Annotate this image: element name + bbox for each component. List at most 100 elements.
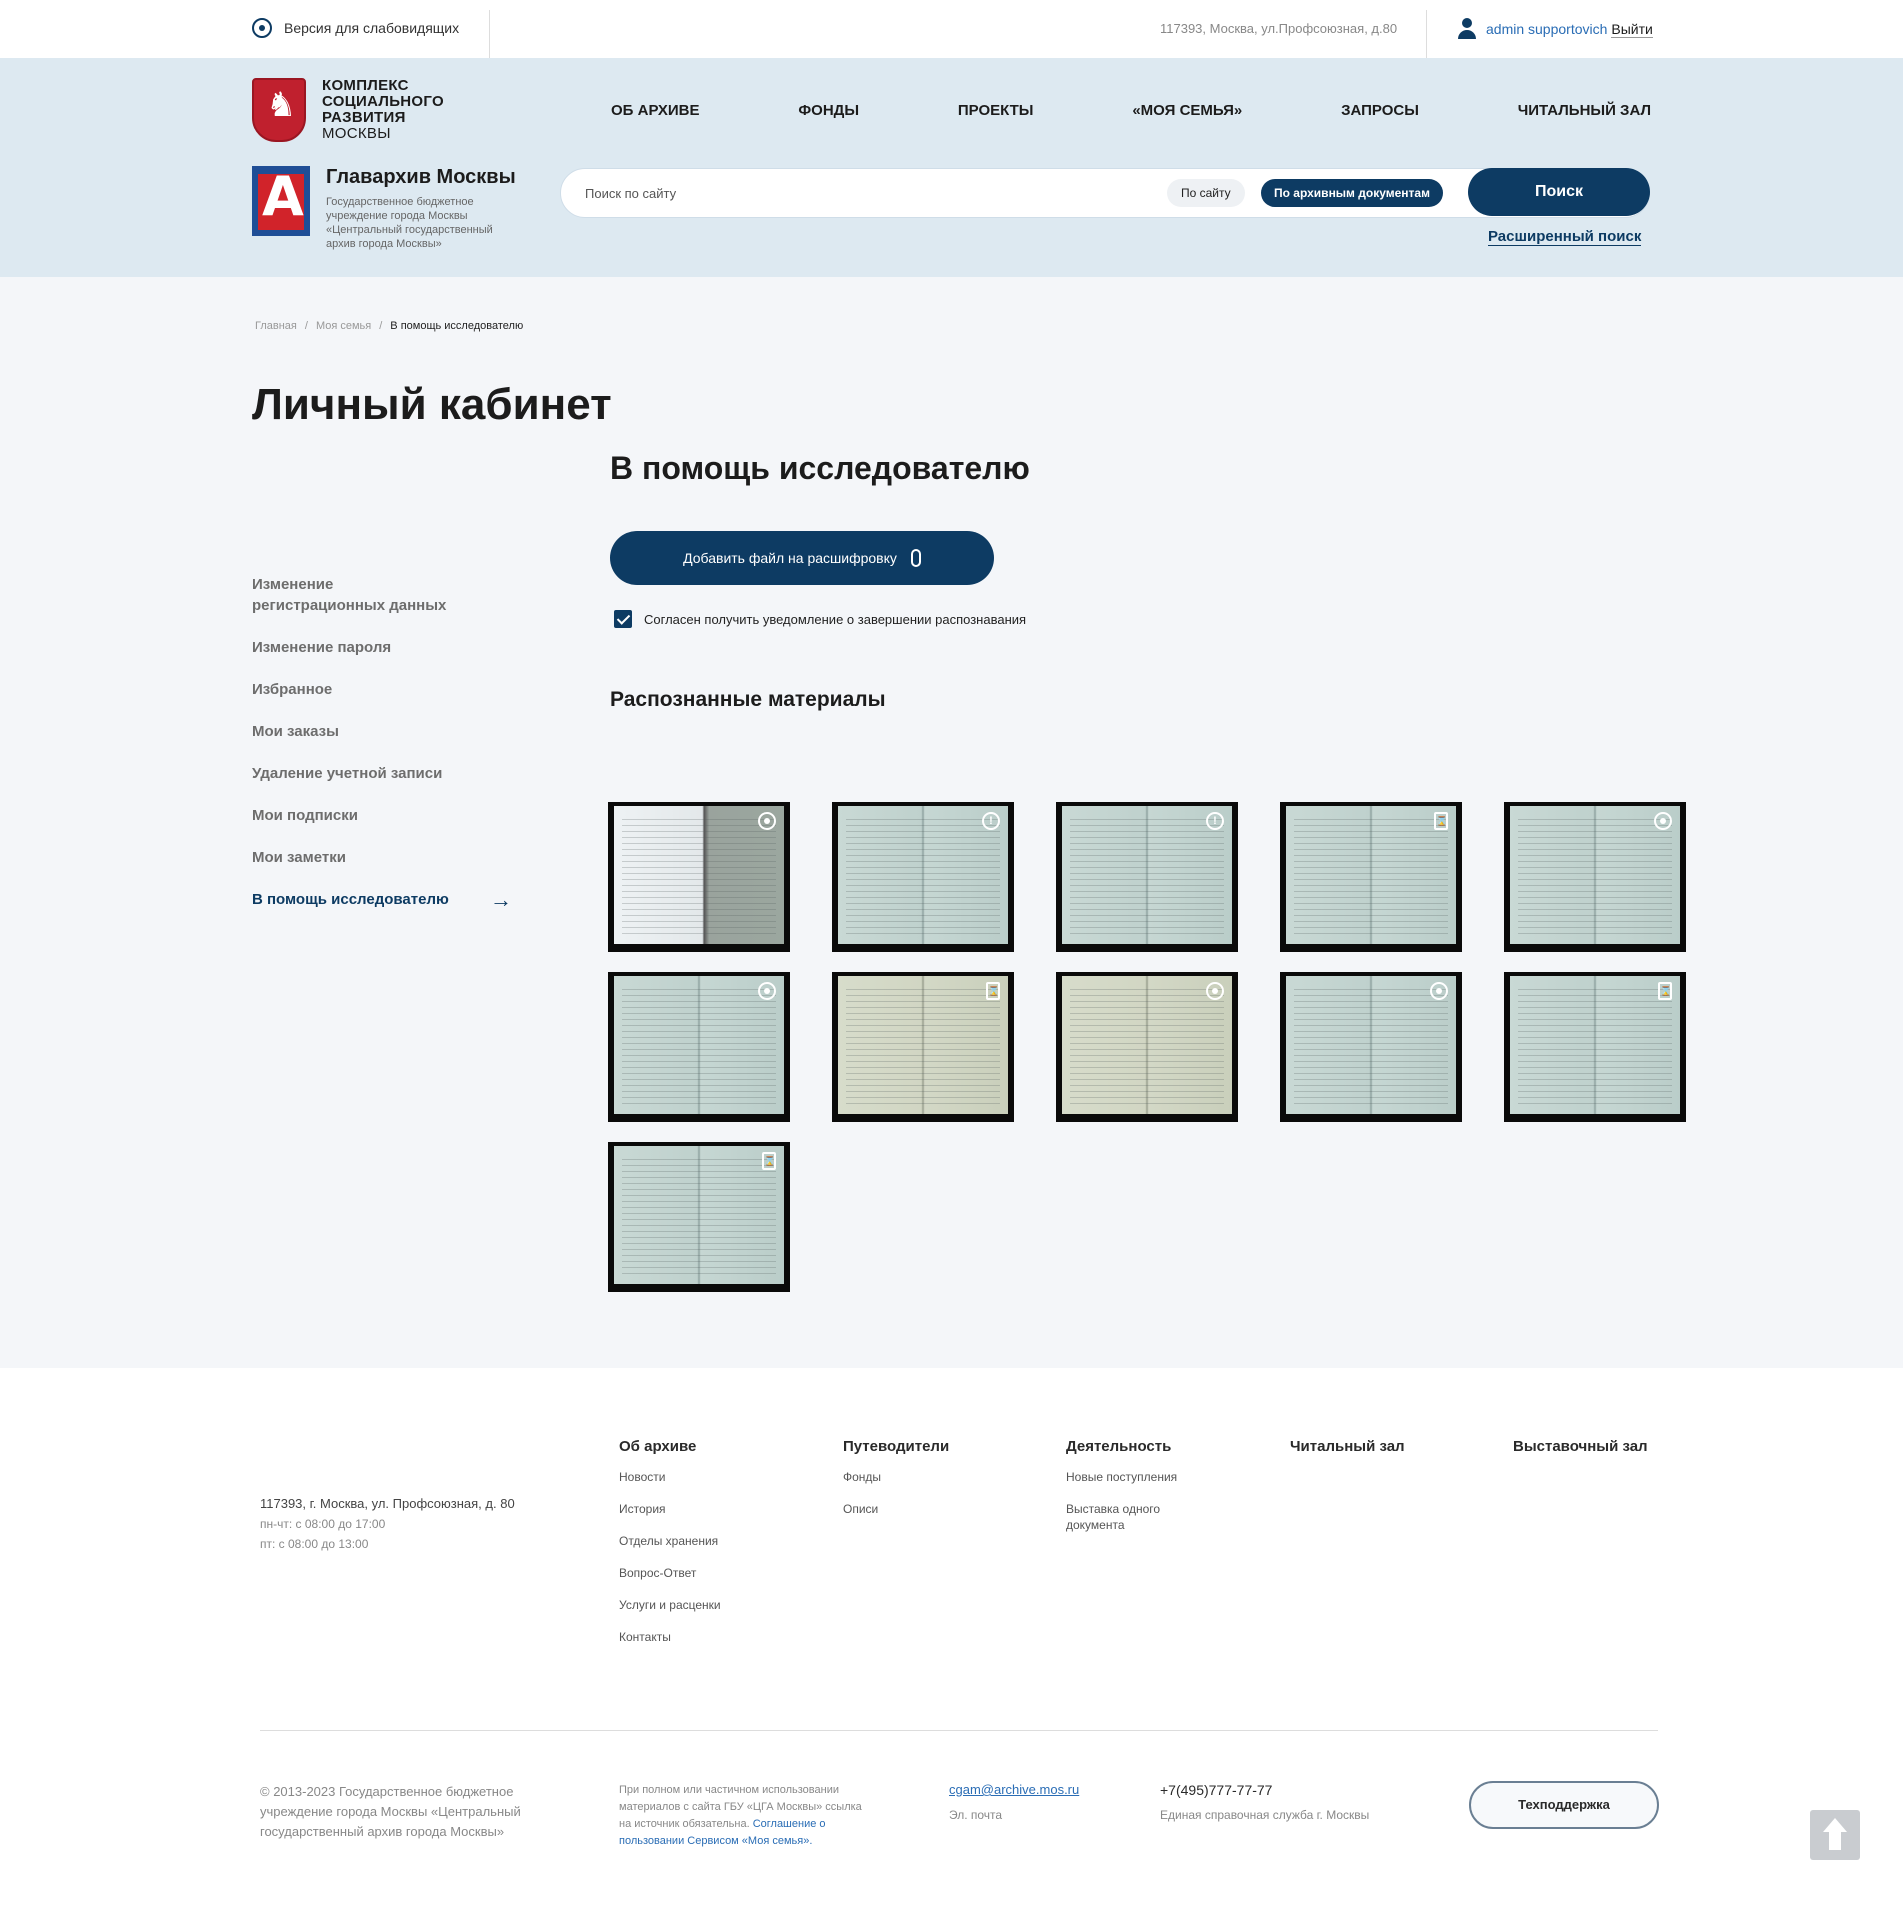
material-thumbnail[interactable] [1504,802,1686,952]
footer-col-activity: Деятельность Новые поступления Выставка … [1066,1438,1196,1549]
material-thumbnail[interactable]: ⌛ [1504,972,1686,1122]
footer-col-title[interactable]: Деятельность [1066,1438,1196,1455]
crumb-family[interactable]: Моя семья [316,320,371,332]
consent-checkbox[interactable] [614,610,632,628]
user-name-link[interactable]: admin supportovich [1486,21,1607,37]
advanced-search-link[interactable]: Расширенный поиск [1488,228,1642,246]
eye-icon[interactable] [758,812,776,830]
footer-col-title[interactable]: Выставочный зал [1513,1438,1693,1455]
archive-desc: Государственное бюджетное учреждение гор… [326,196,493,250]
material-thumbnail[interactable]: ⌛ [1280,802,1462,952]
mos-logo-text: КОМПЛЕКС СОЦИАЛЬНОГО РАЗВИТИЯ МОСКВЫ [322,78,444,142]
logo-line: РАЗВИТИЯ [322,109,406,126]
search-scope-site[interactable]: По сайту [1167,179,1245,207]
footer-col-exhibition: Выставочный зал [1513,1438,1693,1469]
hourglass-icon[interactable]: ⌛ [1658,982,1672,1000]
nav-funds[interactable]: ФОНДЫ [798,102,859,119]
consent-row: Согласен получить уведомление о завершен… [614,610,1026,628]
sidebar-item-orders[interactable]: Мои заказы [252,721,512,742]
material-thumbnail[interactable]: ⌛ [832,972,1014,1122]
nav-projects[interactable]: ПРОЕКТЫ [958,102,1034,119]
email-link[interactable]: cgam@archive.mos.ru [949,1782,1079,1797]
main-nav: ОБ АРХИВЕ ФОНДЫ ПРОЕКТЫ «МОЯ СЕМЬЯ» ЗАПР… [611,102,1651,119]
paperclip-icon [910,549,921,567]
eye-icon[interactable] [1430,982,1448,1000]
support-button[interactable]: Техподдержка [1469,1781,1659,1829]
sidebar-item-registration[interactable]: Изменение регистрационных данных [252,574,462,616]
eye-icon[interactable] [758,982,776,1000]
document-scan-image [614,806,784,944]
footer-contacts: 117393, г. Москва, ул. Профсоюзная, д. 8… [260,1494,515,1554]
material-thumbnail[interactable] [1280,972,1462,1122]
footer-link[interactable]: Новости [619,1469,799,1485]
logout-link[interactable]: Выйти [1611,21,1653,38]
sidebar-item-notes[interactable]: Мои заметки [252,847,512,868]
footer-col-title[interactable]: Об архиве [619,1438,799,1455]
mos-logo[interactable]: КОМПЛЕКС СОЦИАЛЬНОГО РАЗВИТИЯ МОСКВЫ [252,78,444,142]
logo-line: КОМПЛЕКС [322,77,409,94]
footer-col-guides: Путеводители Фонды Описи [843,1438,1023,1533]
breadcrumb: Главная / Моя семья / В помощь исследова… [255,320,523,332]
document-scan-image [1510,806,1680,944]
hourglass-icon[interactable]: ⌛ [1434,812,1448,830]
archive-logo[interactable]: Главархив Москвы Государственное бюджетн… [252,166,516,251]
material-thumbnail[interactable]: ! [832,802,1014,952]
footer-link[interactable]: Отделы хранения [619,1533,799,1549]
footer-link[interactable]: Контакты [619,1629,799,1645]
copyright: © 2013-2023 Государственное бюджетное уч… [260,1784,521,1839]
material-thumbnail[interactable]: ! [1056,802,1238,952]
moscow-coat-of-arms-icon [252,78,306,142]
warning-icon[interactable]: ! [1206,812,1224,830]
sidebar: Изменение регистрационных данных Изменен… [252,574,512,931]
material-thumbnail[interactable]: ⌛ [608,1142,790,1292]
warning-icon[interactable]: ! [982,812,1000,830]
crumb-current: В помощь исследователю [390,320,524,332]
user-block: admin supportovich Выйти [1458,18,1653,40]
vision-label: Версия для слабовидящих [284,20,460,36]
document-scan-image: ! [838,806,1008,944]
phone-number[interactable]: +7(495)777-77-77 [1160,1782,1272,1798]
document-scan-image [1062,976,1232,1114]
document-scan-image [614,976,784,1114]
footer-link[interactable]: Услуги и расценки [619,1597,799,1613]
eye-icon[interactable] [1206,982,1224,1000]
search-scope-archive[interactable]: По архивным документам [1261,179,1443,207]
upload-file-button[interactable]: Добавить файл на расшифровку [610,531,994,585]
sidebar-item-subscriptions[interactable]: Мои подписки [252,805,512,826]
site-header: КОМПЛЕКС СОЦИАЛЬНОГО РАЗВИТИЯ МОСКВЫ ОБ … [0,58,1903,277]
footer-link[interactable]: История [619,1501,799,1517]
search-button[interactable]: Поиск [1468,168,1650,216]
document-scan-image: ⌛ [1286,806,1456,944]
nav-my-family[interactable]: «МОЯ СЕМЬЯ» [1132,102,1242,119]
footer-link[interactable]: Описи [843,1501,1023,1517]
arrow-right-icon: → [490,887,512,912]
footer: 117393, г. Москва, ул. Профсоюзная, д. 8… [0,1368,1903,1920]
nav-reading-room[interactable]: ЧИТАЛЬНЫЙ ЗАЛ [1518,102,1651,119]
nav-about[interactable]: ОБ АРХИВЕ [611,102,700,119]
crumb-home[interactable]: Главная [255,320,297,332]
search-placeholder: Поиск по сайту [585,186,677,201]
footer-col-title[interactable]: Путеводители [843,1438,1023,1455]
sidebar-item-researcher[interactable]: В помощь исследователю → [252,887,512,912]
consent-label: Согласен получить уведомление о завершен… [644,611,1027,627]
nav-requests[interactable]: ЗАПРОСЫ [1341,102,1419,119]
hourglass-icon[interactable]: ⌛ [986,982,1000,1000]
sidebar-item-password[interactable]: Изменение пароля [252,637,512,658]
hourglass-icon[interactable]: ⌛ [762,1152,776,1170]
material-thumbnail[interactable] [608,972,790,1122]
footer-link[interactable]: Фонды [843,1469,1023,1485]
eye-icon[interactable] [1654,812,1672,830]
material-thumbnail[interactable] [1056,972,1238,1122]
sidebar-item-favorites[interactable]: Избранное [252,679,512,700]
vision-toggle[interactable]: Версия для слабовидящих [252,18,459,38]
top-bar: Версия для слабовидящих 117393, Москва, … [0,0,1903,58]
footer-col-title[interactable]: Читальный зал [1290,1438,1470,1455]
crumb-sep: / [379,320,383,332]
footer-link[interactable]: Выставка одного документа [1066,1501,1196,1533]
footer-link[interactable]: Вопрос-Ответ [619,1565,799,1581]
sidebar-item-delete-account[interactable]: Удаление учетной записи [252,763,512,784]
material-thumbnail[interactable] [608,802,790,952]
scroll-to-top-button[interactable] [1810,1810,1860,1860]
logo-line: МОСКВЫ [322,125,391,142]
footer-link[interactable]: Новые поступления [1066,1469,1196,1485]
